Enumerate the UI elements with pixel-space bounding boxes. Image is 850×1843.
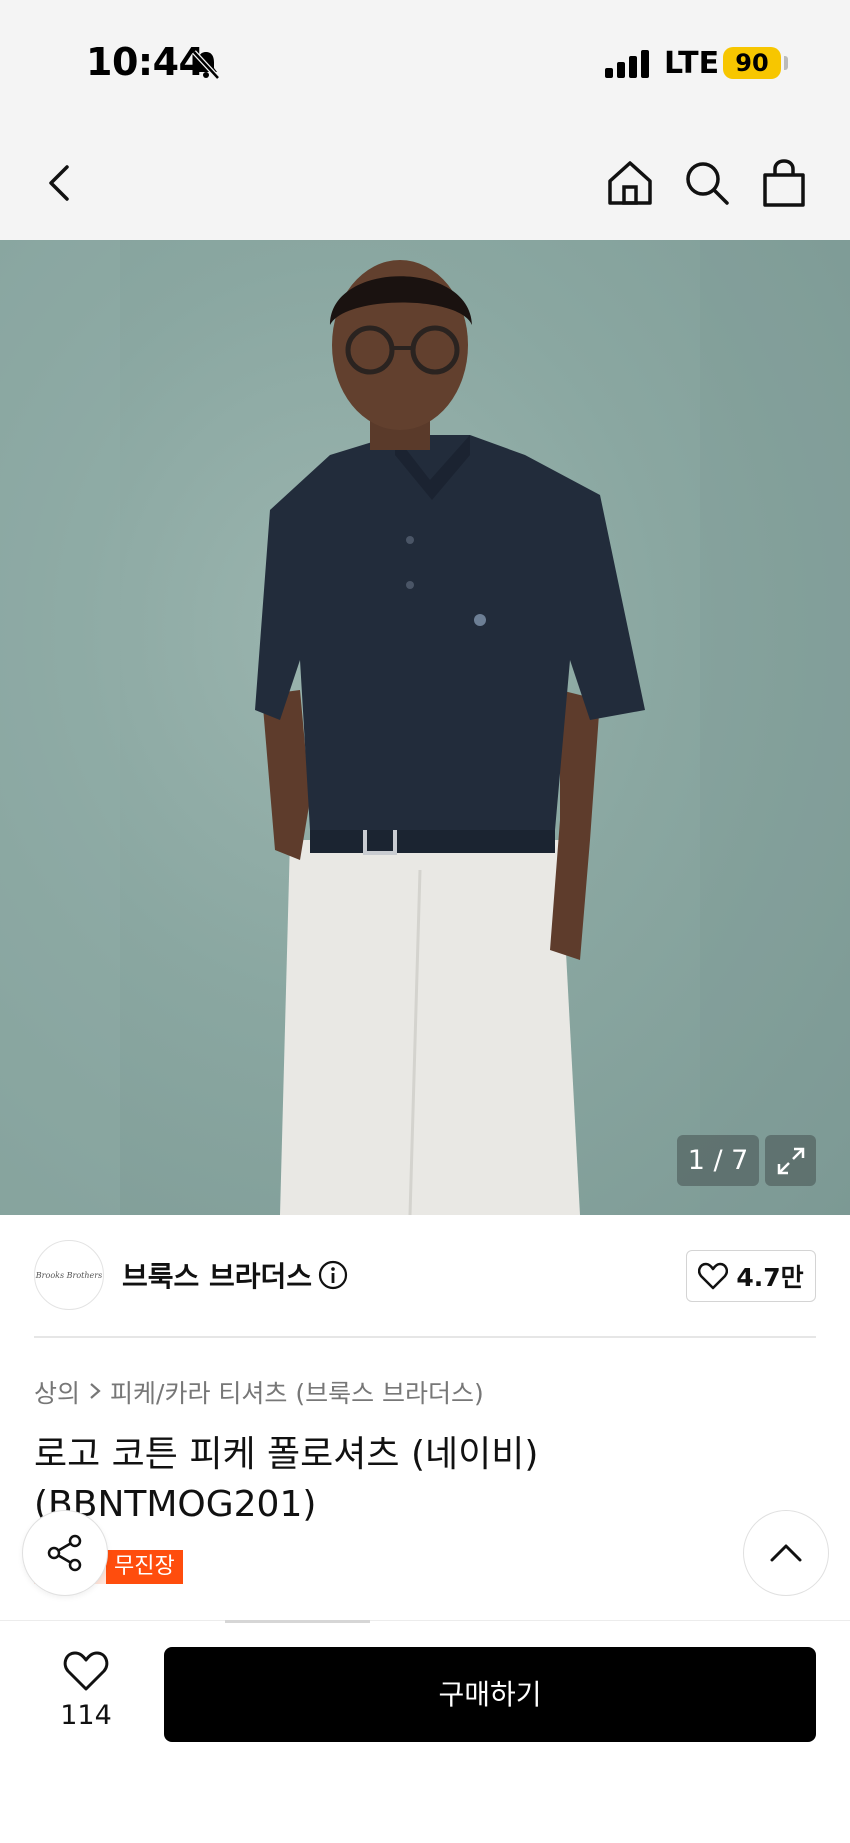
- buy-button[interactable]: 구매하기: [164, 1647, 816, 1742]
- divider: [34, 1336, 816, 1338]
- info-icon[interactable]: [318, 1260, 348, 1294]
- chevron-left-icon: [49, 165, 69, 201]
- search-icon: [686, 162, 729, 205]
- chevron-right-icon: [88, 1378, 102, 1407]
- heart-icon: [698, 1262, 729, 1290]
- brand-like-button[interactable]: 4.7만: [686, 1250, 816, 1302]
- expand-image-button[interactable]: [765, 1135, 816, 1186]
- home-icon: [608, 161, 652, 205]
- image-counter: 1 / 7: [677, 1135, 759, 1186]
- scroll-to-top-button[interactable]: [743, 1510, 829, 1596]
- model-photo: [0, 240, 850, 1215]
- promo-badge: 무진장: [106, 1550, 183, 1584]
- home-button[interactable]: [600, 153, 660, 213]
- brand-name[interactable]: 브룩스 브라더스: [122, 1255, 312, 1295]
- product-image[interactable]: [0, 240, 850, 1215]
- brand-logo[interactable]: Brooks Brothers: [34, 1240, 104, 1310]
- expand-icon: [777, 1147, 804, 1174]
- breadcrumb-category[interactable]: 상의: [34, 1374, 80, 1410]
- wishlist-count: 114: [60, 1700, 112, 1731]
- scroll-hint: [225, 1620, 370, 1623]
- shopping-bag-icon: [763, 159, 805, 207]
- brand-logo-text: Brooks Brothers: [35, 1270, 103, 1280]
- signal-icon: [605, 50, 649, 82]
- heart-icon: [63, 1651, 109, 1691]
- bell-muted-icon: [190, 48, 222, 84]
- battery-tip: [784, 56, 788, 70]
- network-type: LTE: [664, 46, 720, 81]
- breadcrumb: 상의 피케/카라 티셔츠 (브룩스 브라더스): [34, 1374, 484, 1410]
- nav-bar: [0, 125, 850, 240]
- chevron-up-icon: [770, 1544, 802, 1562]
- search-button[interactable]: [677, 153, 737, 213]
- wishlist-button[interactable]: [63, 1650, 109, 1696]
- back-button[interactable]: [30, 153, 90, 213]
- battery-indicator: 90: [723, 47, 781, 79]
- status-time: 10:44: [86, 40, 205, 84]
- product-title: 로고 코튼 피케 폴로셔츠 (네이비) (BBNTMOG201): [34, 1434, 539, 1525]
- breadcrumb-subcategory[interactable]: 피케/카라 티셔츠 (브룩스 브라더스): [110, 1374, 484, 1410]
- brand-like-count: 4.7만: [736, 1263, 804, 1292]
- share-icon: [47, 1534, 82, 1572]
- cart-button[interactable]: [754, 153, 814, 213]
- share-button[interactable]: [22, 1510, 108, 1596]
